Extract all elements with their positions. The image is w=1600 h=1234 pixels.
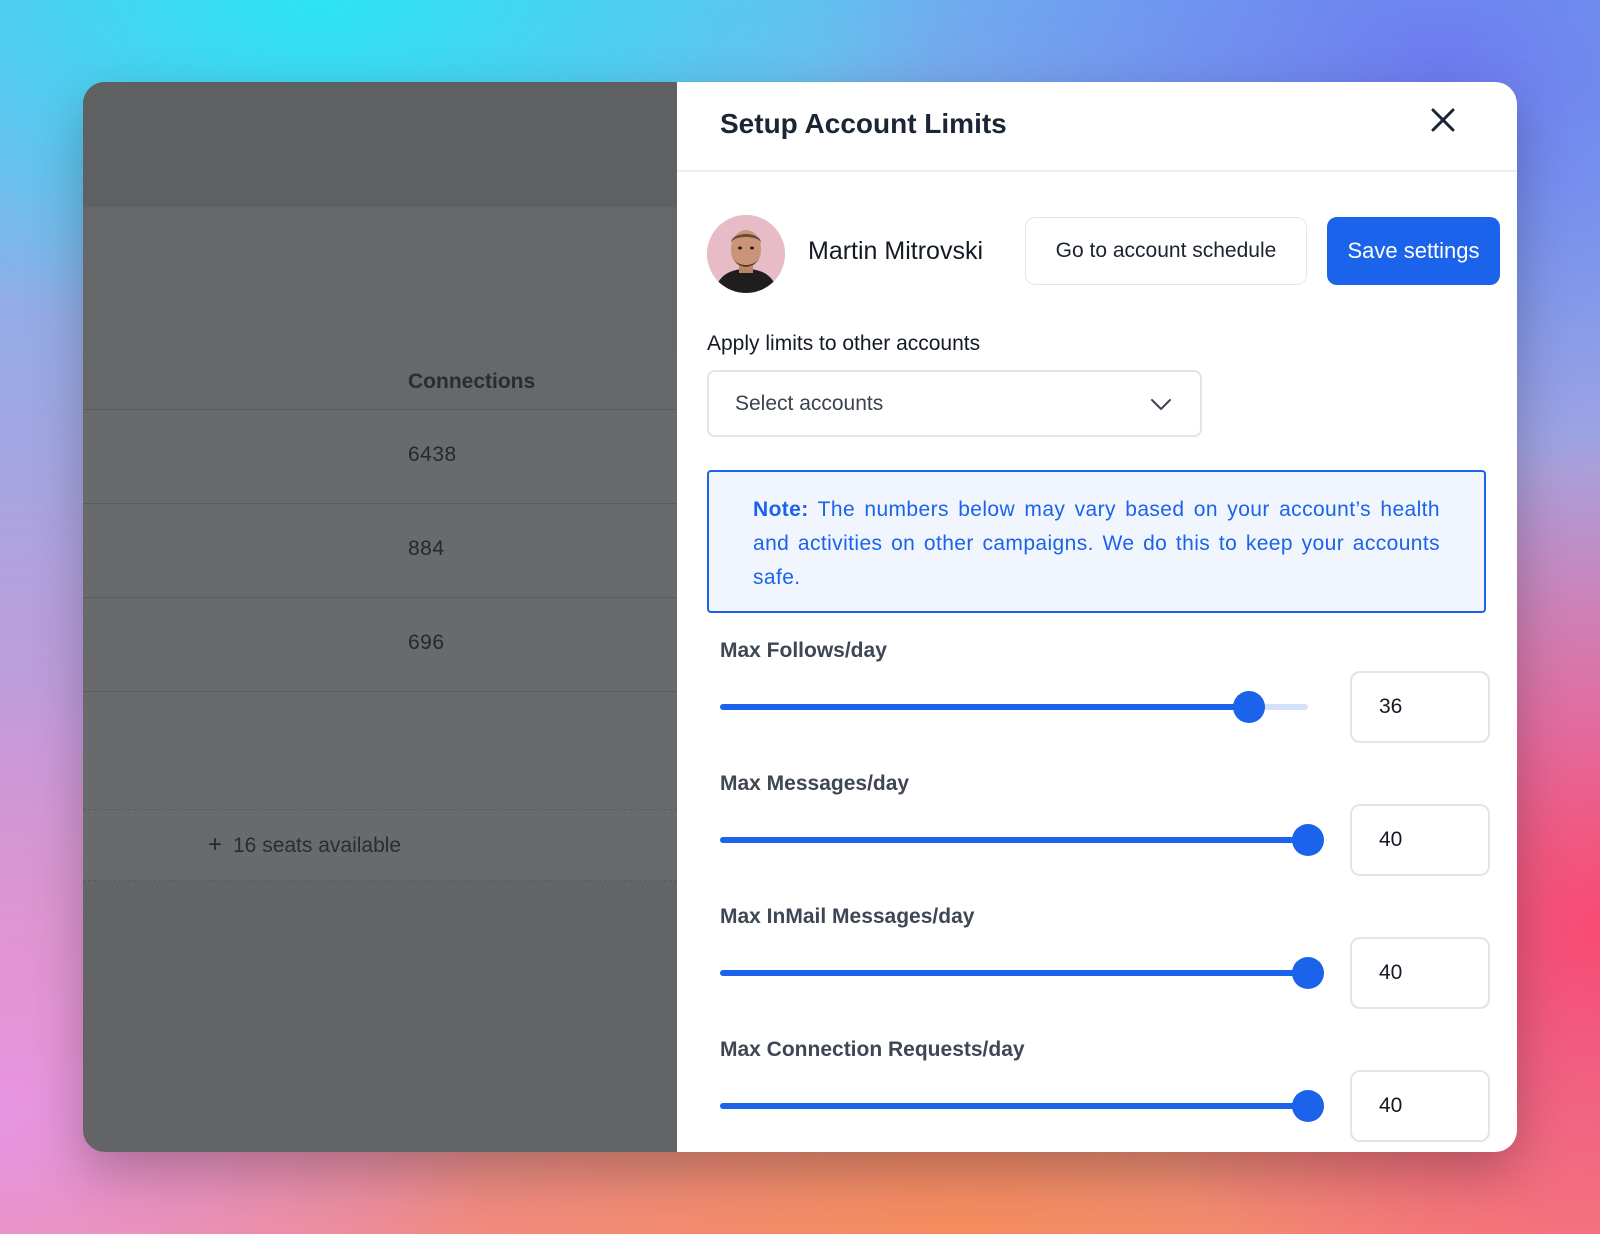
seats-available-row: + 16 seats available	[83, 809, 677, 881]
note-label: Note:	[753, 498, 809, 521]
select-accounts-dropdown[interactable]: Select accounts	[707, 370, 1202, 437]
profile-row: Martin Mitrovski Go to account schedule …	[707, 215, 1500, 293]
apply-limits-label: Apply limits to other accounts	[707, 332, 981, 355]
panel-header: Setup Account Limits	[677, 82, 1517, 172]
connection-requests-slider[interactable]	[720, 1088, 1324, 1124]
plus-icon: +	[208, 831, 223, 858]
inmail-messages-input[interactable]	[1350, 937, 1490, 1009]
limit-label: Max Messages/day	[720, 772, 910, 795]
avatar	[707, 215, 785, 293]
limit-label: Max Connection Requests/day	[720, 1038, 1025, 1061]
connections-count: 884	[408, 537, 445, 560]
slider-thumb[interactable]	[1292, 824, 1324, 856]
inmail-messages-slider[interactable]	[720, 955, 1324, 991]
limit-connection-requests: Max Connection Requests/day	[720, 1038, 1490, 1152]
go-to-schedule-button[interactable]: Go to account schedule	[1025, 217, 1307, 285]
slider-thumb[interactable]	[1292, 1090, 1324, 1122]
slider-fill	[720, 837, 1308, 843]
background-page: Connections 6438 884 696 + 16 seats avai…	[83, 82, 677, 1152]
slider-thumb[interactable]	[1292, 957, 1324, 989]
messages-input[interactable]	[1350, 804, 1490, 876]
chevron-down-icon	[1149, 392, 1173, 416]
connections-column-header: Connections	[83, 352, 677, 410]
slider-thumb[interactable]	[1233, 691, 1266, 723]
app-window: Connections 6438 884 696 + 16 seats avai…	[83, 82, 1517, 1152]
limit-label: Max InMail Messages/day	[720, 905, 975, 928]
seats-available-label: 16 seats available	[233, 834, 402, 857]
messages-slider[interactable]	[720, 822, 1324, 858]
limit-label: Max Follows/day	[720, 639, 887, 662]
background-band	[83, 207, 677, 352]
table-row: 696	[83, 598, 677, 692]
save-settings-button[interactable]: Save settings	[1327, 217, 1500, 285]
follows-slider[interactable]	[720, 689, 1308, 725]
connection-requests-input[interactable]	[1350, 1070, 1490, 1142]
limit-messages: Max Messages/day	[720, 772, 1490, 887]
slider-fill	[720, 1103, 1308, 1109]
note-box: Note: The numbers below may vary based o…	[707, 470, 1486, 613]
follows-input[interactable]	[1350, 671, 1490, 743]
background-header	[83, 82, 677, 207]
user-name: Martin Mitrovski	[808, 237, 984, 265]
close-icon[interactable]	[1425, 102, 1461, 138]
limit-follows: Max Follows/day	[720, 639, 1490, 754]
panel-title: Setup Account Limits	[720, 108, 1007, 139]
select-accounts-placeholder: Select accounts	[735, 392, 884, 415]
slider-fill	[720, 704, 1250, 710]
limit-inmail-messages: Max InMail Messages/day	[720, 905, 1490, 1020]
slider-fill	[720, 970, 1308, 976]
connections-count: 696	[408, 631, 445, 654]
table-row: 884	[83, 504, 677, 598]
connections-count: 6438	[408, 443, 457, 466]
account-limits-panel: Setup Account Limits Martin Mitrovski Go…	[677, 82, 1517, 1152]
table-row-empty	[83, 692, 677, 809]
note-text: The numbers below may vary based on your…	[753, 498, 1440, 589]
table-row: 6438	[83, 410, 677, 504]
connections-header-label: Connections	[408, 370, 536, 393]
